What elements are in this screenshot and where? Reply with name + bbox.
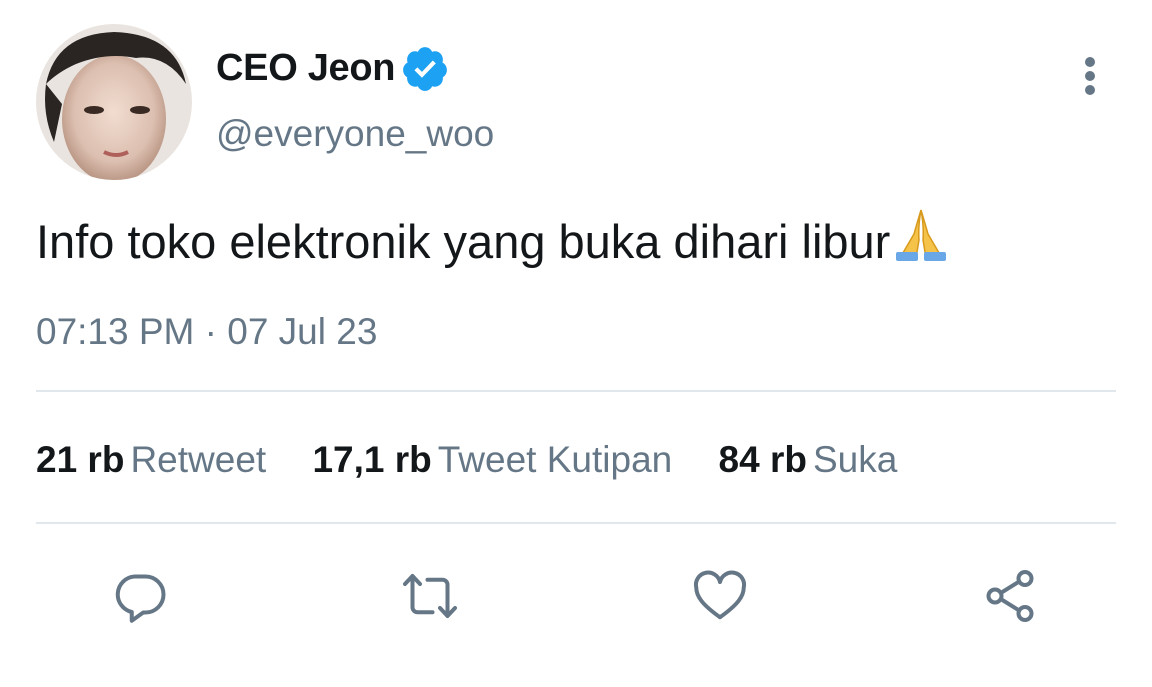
author-handle[interactable]: @everyone_woo bbox=[216, 110, 494, 158]
like-button[interactable] bbox=[690, 566, 750, 626]
reply-icon bbox=[115, 574, 166, 623]
divider bbox=[36, 390, 1116, 392]
retweet-label: Retweet bbox=[130, 439, 267, 480]
retweet-count-link[interactable]: 21 rb Retweet bbox=[36, 436, 266, 484]
like-count-link[interactable]: 84 rb Suka bbox=[719, 436, 898, 484]
reply-button[interactable] bbox=[110, 566, 170, 626]
like-count: 84 rb bbox=[718, 439, 807, 480]
avatar-image bbox=[36, 24, 192, 180]
more-vertical-icon bbox=[1085, 57, 1095, 95]
retweet-icon bbox=[403, 574, 457, 618]
retweet-button[interactable] bbox=[400, 566, 460, 626]
share-button[interactable] bbox=[980, 566, 1040, 626]
tweet-timestamp[interactable]: 07:13 PM · 07 Jul 23 bbox=[36, 308, 377, 356]
folded-hands-emoji bbox=[892, 206, 950, 278]
quote-count: 17,1 rb bbox=[312, 439, 432, 480]
verified-badge-icon bbox=[400, 44, 450, 94]
quote-label: Tweet Kutipan bbox=[437, 439, 673, 480]
like-label: Suka bbox=[812, 439, 898, 480]
tweet-body: Info toko elektronik yang buka dihari li… bbox=[36, 215, 891, 268]
author-display-name[interactable]: CEO Jeon bbox=[216, 44, 396, 92]
quote-count-link[interactable]: 17,1 rb Tweet Kutipan bbox=[312, 436, 672, 484]
tweet-text: Info toko elektronik yang buka dihari li… bbox=[36, 206, 950, 278]
avatar[interactable] bbox=[36, 24, 192, 180]
engagement-stats: 21 rb Retweet 17,1 rb Tweet Kutipan 84 rb S… bbox=[36, 436, 933, 484]
share-icon bbox=[986, 570, 1034, 622]
more-options-button[interactable] bbox=[1070, 52, 1110, 102]
divider bbox=[36, 522, 1116, 524]
like-icon bbox=[693, 570, 747, 620]
retweet-count: 21 rb bbox=[36, 439, 125, 480]
